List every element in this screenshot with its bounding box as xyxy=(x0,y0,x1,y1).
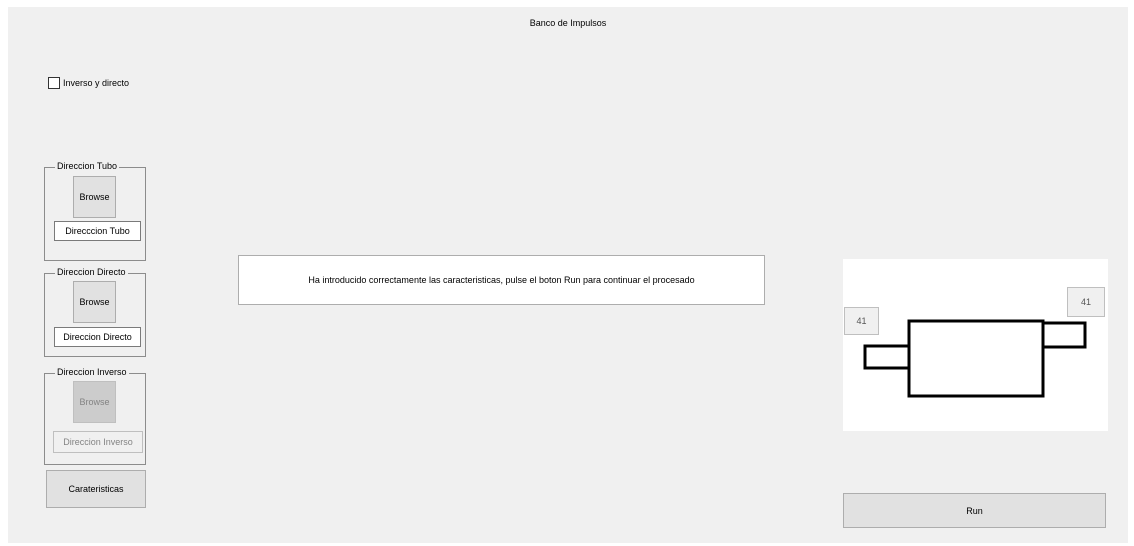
left-dimension-box[interactable]: 41 xyxy=(844,307,879,335)
run-button[interactable]: Run xyxy=(843,493,1106,528)
muffler-inlet-pipe xyxy=(863,344,913,370)
muffler-drawing xyxy=(863,319,1087,398)
muffler-outlet-pipe xyxy=(1039,321,1087,349)
app-window: Banco de Impulsos Inverso y directo Dire… xyxy=(8,7,1128,543)
tube-path-panel: Direccion Tubo Browse Direcccion Tubo xyxy=(44,161,146,261)
status-message: Ha introducido correctamente las caracte… xyxy=(238,255,765,305)
inverse-panel-legend: Direccion Inverso xyxy=(55,367,129,377)
tube-browse-button[interactable]: Browse xyxy=(73,176,116,218)
tube-panel-legend: Direccion Tubo xyxy=(55,161,120,171)
inverse-direct-checkbox[interactable] xyxy=(48,77,60,89)
direct-panel-legend: Direccion Directo xyxy=(55,267,128,277)
inverse-path-panel: Direccion Inverso Browse Direccion Inver… xyxy=(44,367,146,465)
window-title: Banco de Impulsos xyxy=(529,18,607,28)
inverse-direct-label: Inverso y directo xyxy=(63,78,130,88)
tube-path-field[interactable]: Direcccion Tubo xyxy=(54,221,141,241)
inverse-browse-button[interactable]: Browse xyxy=(73,381,116,423)
direct-path-panel: Direccion Directo Browse Direccion Direc… xyxy=(44,267,146,357)
direct-path-field[interactable]: Direccion Directo xyxy=(54,327,141,347)
muffler-diagram: 41 41 xyxy=(843,259,1108,431)
characteristics-button[interactable]: Carateristicas xyxy=(46,470,146,508)
inverse-direct-option[interactable]: Inverso y directo xyxy=(48,77,129,89)
right-dimension-box[interactable]: 41 xyxy=(1067,287,1105,317)
direct-browse-button[interactable]: Browse xyxy=(73,281,116,323)
inverse-path-field[interactable]: Direccion Inverso xyxy=(53,431,143,453)
muffler-chamber xyxy=(907,319,1045,398)
